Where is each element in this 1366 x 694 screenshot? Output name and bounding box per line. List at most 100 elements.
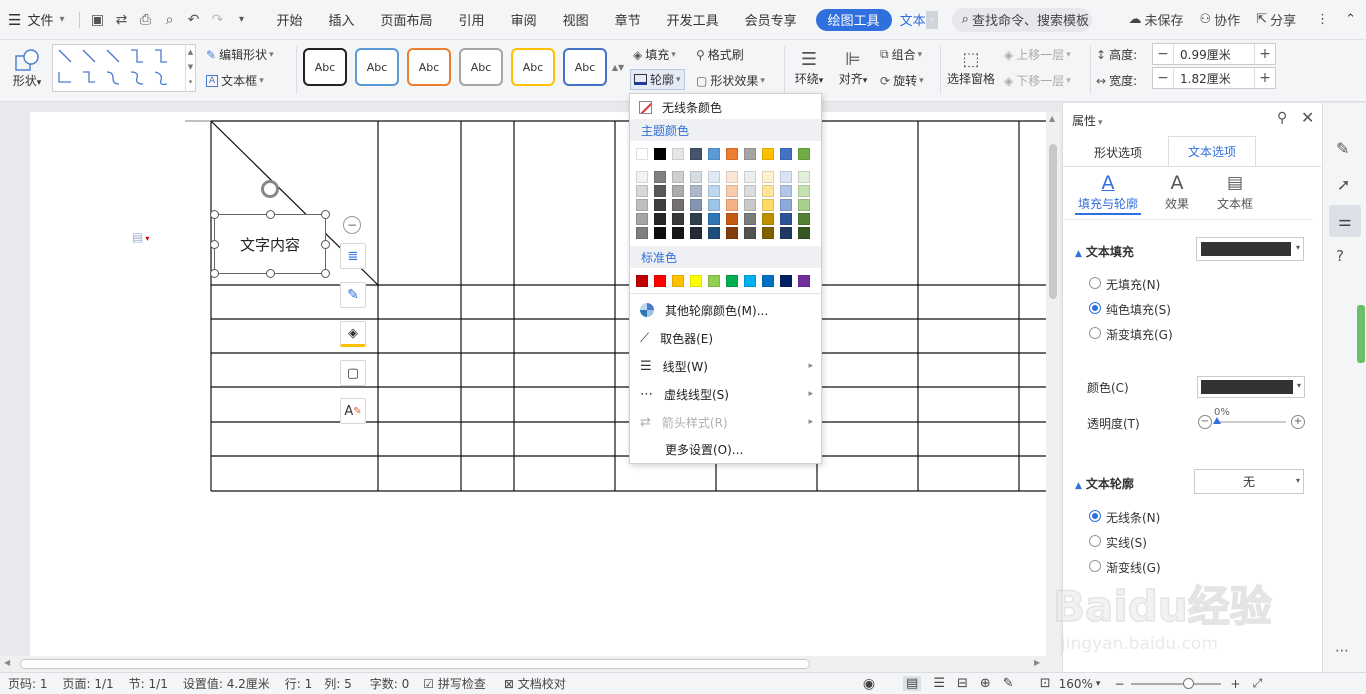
standard-color-swatch[interactable] [708, 275, 720, 287]
pane-title[interactable]: 属性 ▾ [1072, 112, 1103, 129]
theme-shade-swatch[interactable] [798, 171, 810, 183]
theme-shade-swatch[interactable] [744, 199, 756, 211]
solid-fill-radio[interactable] [1089, 302, 1101, 314]
resize-handle[interactable] [266, 210, 275, 219]
zoom-in-icon[interactable]: + [1231, 677, 1241, 691]
resize-handle[interactable] [210, 210, 219, 219]
resize-handle[interactable] [210, 269, 219, 278]
standard-color-swatch[interactable] [690, 275, 702, 287]
theme-shade-swatch[interactable] [654, 213, 666, 225]
web-view-icon[interactable]: ⊕ [980, 676, 991, 691]
scroll-up-icon[interactable]: ▲ [1049, 114, 1055, 123]
outline-style-select[interactable]: 无 ▾ [1194, 469, 1304, 494]
solid-line-label[interactable]: 实线(S) [1106, 534, 1147, 551]
fill-color-icon[interactable]: ◈ [340, 321, 366, 347]
share-button[interactable]: ⇱ 分享 [1256, 10, 1296, 29]
theme-shade-swatch[interactable] [672, 227, 684, 239]
theme-shade-swatch[interactable] [690, 227, 702, 239]
theme-shade-swatch[interactable] [762, 171, 774, 183]
status-section[interactable]: 节: 1/1 [129, 675, 168, 692]
subtab-fill-outline[interactable]: A 填充与轮廓 [1075, 171, 1141, 215]
subtab-textbox[interactable]: ▤ 文本框 [1213, 171, 1257, 215]
theme-shade-swatch[interactable] [744, 185, 756, 197]
fit-page-icon[interactable]: ⊡ [1040, 676, 1051, 691]
brush-style-icon[interactable]: ✎ [340, 282, 366, 308]
vertical-scroll-thumb[interactable] [1049, 144, 1057, 299]
theme-shade-swatch[interactable] [708, 227, 720, 239]
standard-color-swatch[interactable] [798, 275, 810, 287]
outline-color-icon[interactable]: ▢ [340, 360, 366, 386]
theme-shade-swatch[interactable] [672, 185, 684, 197]
eyedropper-item[interactable]: ⟋ 取色器(E) [630, 325, 821, 351]
page-view-icon[interactable]: ▤ [903, 676, 922, 691]
theme-shade-swatch[interactable] [690, 199, 702, 211]
annotate-icon[interactable]: ✎ [1003, 676, 1014, 691]
theme-shade-swatch[interactable] [672, 171, 684, 183]
zoom-dropdown-icon[interactable]: ▾ [1096, 679, 1101, 689]
theme-shade-swatch[interactable] [744, 213, 756, 225]
theme-shade-swatch[interactable] [762, 185, 774, 197]
status-row[interactable]: 行: 1 [285, 675, 313, 692]
text-fill-color-select[interactable]: ▾ [1196, 237, 1304, 261]
properties-toggle-icon[interactable]: ⚌ [1329, 205, 1361, 237]
status-words[interactable]: 字数: 0 [370, 675, 410, 692]
theme-shade-swatch[interactable] [654, 199, 666, 211]
unsaved-button[interactable]: ☁ 未保存 [1128, 10, 1183, 29]
resize-handle[interactable] [266, 269, 275, 278]
standard-color-swatch[interactable] [780, 275, 792, 287]
more-outline-colors-item[interactable]: 其他轮廓颜色(M)... [630, 297, 821, 323]
spell-check-button[interactable]: ☑ 拼写检查 [423, 675, 486, 692]
height-input[interactable]: − 0.99厘米 + [1152, 43, 1276, 65]
collab-button[interactable]: ⚇ 协作 [1200, 10, 1241, 29]
collapse-icon[interactable]: ⌃ [1345, 12, 1356, 27]
theme-color-swatch[interactable] [654, 148, 666, 160]
reading-view-icon[interactable]: ⊟ [957, 676, 968, 691]
selected-textbox[interactable]: 文字内容 [214, 214, 326, 274]
height-decrement[interactable]: − [1153, 46, 1173, 62]
rotate-handle[interactable] [261, 180, 279, 198]
text-fill-section[interactable]: ▲ 文本填充 [1075, 243, 1134, 260]
width-value[interactable]: 1.82厘米 [1173, 68, 1255, 88]
resize-handle[interactable] [321, 210, 330, 219]
outline-view-icon[interactable]: ☰ [933, 676, 945, 691]
theme-shade-swatch[interactable] [708, 171, 720, 183]
theme-shade-swatch[interactable] [672, 199, 684, 211]
theme-shade-swatch[interactable] [690, 171, 702, 183]
document-table[interactable] [0, 0, 1062, 656]
theme-color-swatch[interactable] [726, 148, 738, 160]
theme-color-swatch[interactable] [636, 148, 648, 160]
eye-protect-icon[interactable]: ◉ [863, 676, 875, 692]
theme-shade-swatch[interactable] [708, 185, 720, 197]
status-page[interactable]: 页码: 1 [8, 675, 48, 692]
collapse-toolbar-icon[interactable]: − [343, 216, 361, 234]
theme-shade-swatch[interactable] [654, 185, 666, 197]
theme-shade-swatch[interactable] [780, 213, 792, 225]
theme-shade-swatch[interactable] [636, 199, 648, 211]
theme-shade-swatch[interactable] [654, 227, 666, 239]
proofread-button[interactable]: ⊠ 文档校对 [504, 675, 566, 692]
theme-shade-swatch[interactable] [762, 199, 774, 211]
theme-shade-swatch[interactable] [762, 213, 774, 225]
theme-shade-swatch[interactable] [690, 185, 702, 197]
theme-shade-swatch[interactable] [636, 171, 648, 183]
zoom-value[interactable]: 160% [1059, 677, 1093, 691]
standard-color-swatch[interactable] [636, 275, 648, 287]
standard-color-swatch[interactable] [726, 275, 738, 287]
theme-shade-swatch[interactable] [636, 213, 648, 225]
standard-color-swatch[interactable] [744, 275, 756, 287]
theme-shade-swatch[interactable] [672, 213, 684, 225]
transparency-thumb[interactable] [1213, 417, 1221, 424]
theme-shade-swatch[interactable] [744, 171, 756, 183]
standard-color-swatch[interactable] [762, 275, 774, 287]
height-increment[interactable]: + [1255, 46, 1275, 62]
zoom-out-icon[interactable]: − [1114, 677, 1124, 691]
scroll-left-icon[interactable]: ◀ [4, 658, 10, 667]
theme-shade-swatch[interactable] [780, 171, 792, 183]
transparency-increment[interactable]: + [1291, 415, 1305, 429]
theme-shade-swatch[interactable] [726, 171, 738, 183]
dash-style-item[interactable]: ⋯ 虚线线型(S) ▸ [630, 381, 821, 407]
theme-shade-swatch[interactable] [798, 213, 810, 225]
more-icon[interactable]: ⋮ [1316, 12, 1329, 27]
gradient-fill-label[interactable]: 渐变填充(G) [1106, 326, 1173, 343]
horizontal-scrollbar[interactable]: ◀ ▶ [0, 656, 1062, 672]
